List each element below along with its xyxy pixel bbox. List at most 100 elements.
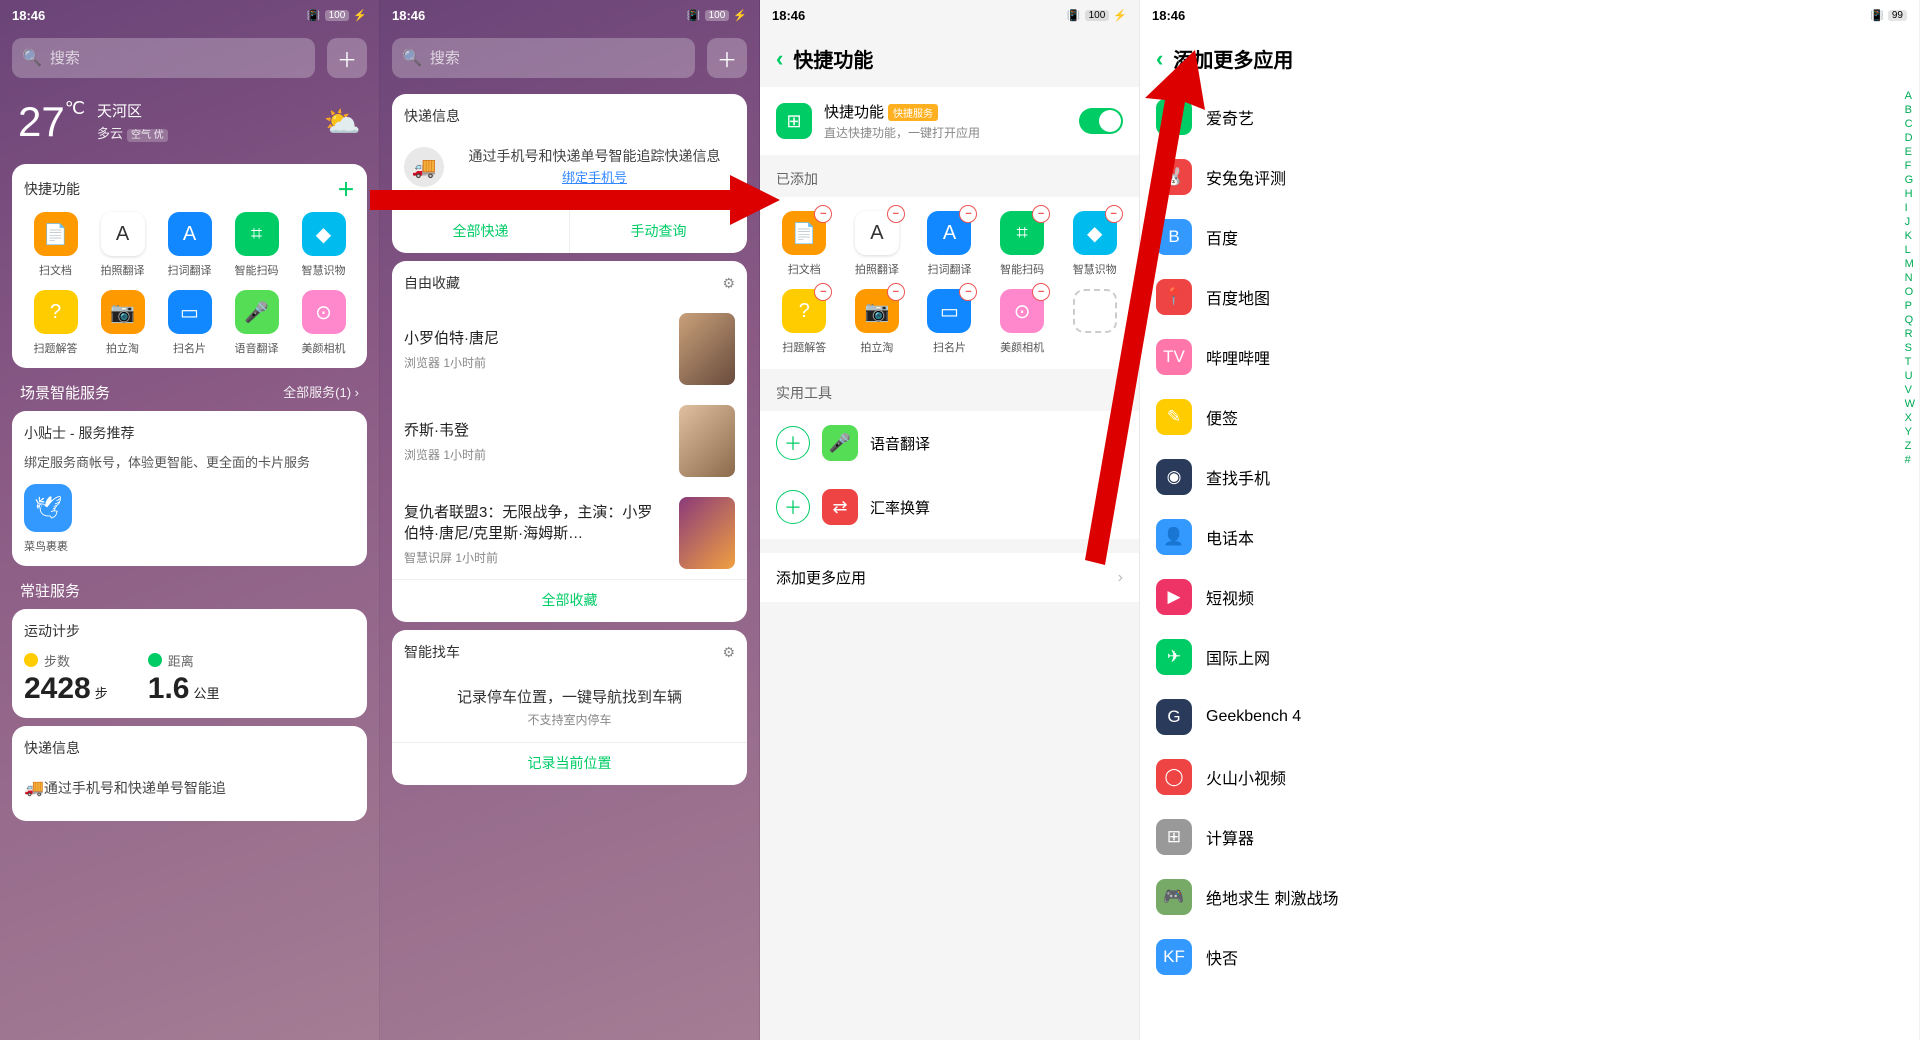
index-letter[interactable]: H: [1905, 188, 1915, 200]
quick-item[interactable]: 📷 拍立淘: [91, 290, 154, 356]
quick-item[interactable]: ◆ 智慧识物: [292, 212, 355, 278]
index-letter[interactable]: E: [1905, 146, 1915, 158]
add-button[interactable]: ＋: [776, 426, 810, 460]
add-card-button[interactable]: ＋: [327, 38, 367, 78]
app-row[interactable]: 📍 百度地图: [1140, 267, 1919, 327]
quick-item[interactable]: ◆− 智慧识物: [1060, 211, 1129, 277]
app-row[interactable]: KF 快否: [1140, 927, 1919, 987]
index-letter[interactable]: T: [1905, 356, 1915, 368]
app-row[interactable]: ▶ 爱奇艺: [1140, 87, 1919, 147]
favorite-item[interactable]: 复仇者联盟3：无限战争，主演：小罗伯特·唐尼/克里斯·海姆斯…智慧识屏 1小时前: [404, 487, 735, 579]
quick-item[interactable]: ▭− 扫名片: [915, 289, 984, 355]
quick-item[interactable]: ⊙ 美颜相机: [292, 290, 355, 356]
app-row[interactable]: TV 哔哩哔哩: [1140, 327, 1919, 387]
quick-item[interactable]: 📷− 拍立淘: [843, 289, 912, 355]
quick-item[interactable]: A 拍照翻译: [91, 212, 154, 278]
edit-quick-button[interactable]: ＋: [337, 176, 355, 202]
index-letter[interactable]: Q: [1905, 314, 1915, 326]
quick-item[interactable]: ? 扫题解答: [24, 290, 87, 356]
app-row[interactable]: ✎ 便签: [1140, 387, 1919, 447]
index-letter[interactable]: I: [1905, 202, 1915, 214]
index-letter[interactable]: B: [1905, 104, 1915, 116]
index-letter[interactable]: X: [1905, 412, 1915, 424]
app-row[interactable]: B 百度: [1140, 207, 1919, 267]
app-row[interactable]: ✈ 国际上网: [1140, 627, 1919, 687]
index-letter[interactable]: Y: [1905, 426, 1915, 438]
app-row[interactable]: 👤 电话本: [1140, 507, 1919, 567]
empty-slot[interactable]: [1060, 289, 1129, 355]
index-letter[interactable]: M: [1905, 258, 1915, 270]
quick-item[interactable]: ⌗− 智能扫码: [988, 211, 1057, 277]
app-row[interactable]: ◯ 火山小视频: [1140, 747, 1919, 807]
add-more-apps-row[interactable]: 添加更多应用 ›: [760, 553, 1139, 602]
scene-more-link[interactable]: 全部服务(1) ›: [283, 382, 359, 403]
quick-item[interactable]: ⌗ 智能扫码: [225, 212, 288, 278]
remove-badge[interactable]: −: [887, 205, 905, 223]
index-letter[interactable]: O: [1905, 286, 1915, 298]
quick-item[interactable]: A− 扫词翻译: [915, 211, 984, 277]
index-letter[interactable]: C: [1905, 118, 1915, 130]
index-letter[interactable]: F: [1905, 160, 1915, 172]
index-letter[interactable]: A: [1905, 90, 1915, 102]
gear-icon[interactable]: ⚙: [722, 275, 735, 292]
quick-item[interactable]: 🎤 语音翻译: [225, 290, 288, 356]
remove-badge[interactable]: −: [959, 283, 977, 301]
steps-card[interactable]: 运动计步 步数 2428步 距离 1.6公里: [12, 609, 367, 718]
index-letter[interactable]: V: [1905, 384, 1915, 396]
quick-item[interactable]: ⊙− 美颜相机: [988, 289, 1057, 355]
add-card-button[interactable]: ＋: [707, 38, 747, 78]
bind-phone-link[interactable]: 绑定手机号: [562, 170, 627, 185]
quick-item[interactable]: 📄− 扫文档: [770, 211, 839, 277]
quick-item[interactable]: ?− 扫题解答: [770, 289, 839, 355]
app-row[interactable]: 🎮 绝地求生 刺激战场: [1140, 867, 1919, 927]
remove-badge[interactable]: −: [1032, 283, 1050, 301]
app-row[interactable]: ⊞ 计算器: [1140, 807, 1919, 867]
remove-badge[interactable]: −: [959, 205, 977, 223]
manual-query-button[interactable]: 手动查询: [570, 209, 747, 253]
remove-badge[interactable]: −: [814, 205, 832, 223]
index-letter[interactable]: K: [1905, 230, 1915, 242]
app-row[interactable]: ◉ 查找手机: [1140, 447, 1919, 507]
feature-toggle[interactable]: [1079, 108, 1123, 134]
index-letter[interactable]: P: [1905, 300, 1915, 312]
favorite-item[interactable]: 小罗伯特·唐尼浏览器 1小时前: [404, 303, 735, 395]
back-button[interactable]: ‹: [776, 46, 783, 72]
index-letter[interactable]: U: [1905, 370, 1915, 382]
express-card-partial[interactable]: 快递信息 🚚 通过手机号和快递单号智能追: [12, 726, 367, 821]
search-input[interactable]: [50, 50, 305, 67]
add-button[interactable]: ＋: [776, 490, 810, 524]
quick-item[interactable]: A− 拍照翻译: [843, 211, 912, 277]
index-letter[interactable]: N: [1905, 272, 1915, 284]
index-letter[interactable]: S: [1905, 342, 1915, 354]
remove-badge[interactable]: −: [814, 283, 832, 301]
app-row[interactable]: 🐰 安兔兔评测: [1140, 147, 1919, 207]
app-row[interactable]: G Geekbench 4: [1140, 687, 1919, 747]
all-favorites-button[interactable]: 全部收藏: [392, 579, 747, 610]
quick-item[interactable]: A 扫词翻译: [158, 212, 221, 278]
index-letter[interactable]: J: [1905, 216, 1915, 228]
all-express-button[interactable]: 全部快递: [392, 209, 570, 253]
quick-item[interactable]: ▭ 扫名片: [158, 290, 221, 356]
remove-badge[interactable]: −: [1105, 205, 1123, 223]
record-location-button[interactable]: 记录当前位置: [392, 742, 747, 773]
tool-row[interactable]: ＋ 🎤 语音翻译: [760, 411, 1139, 475]
index-letter[interactable]: L: [1905, 244, 1915, 256]
index-letter[interactable]: G: [1905, 174, 1915, 186]
weather-card[interactable]: 27℃ 天河区 多云空气 优 ⛅: [12, 94, 367, 150]
search-bar[interactable]: 🔍: [12, 38, 315, 78]
index-letter[interactable]: W: [1905, 398, 1915, 410]
index-letter[interactable]: #: [1905, 454, 1915, 466]
index-letter[interactable]: R: [1905, 328, 1915, 340]
remove-badge[interactable]: −: [1032, 205, 1050, 223]
search-bar[interactable]: 🔍: [392, 38, 695, 78]
remove-badge[interactable]: −: [887, 283, 905, 301]
index-letter[interactable]: Z: [1905, 440, 1915, 452]
tool-row[interactable]: ＋ ⇄ 汇率换算: [760, 475, 1139, 539]
gear-icon[interactable]: ⚙: [722, 644, 735, 661]
quick-item[interactable]: 📄 扫文档: [24, 212, 87, 278]
favorite-item[interactable]: 乔斯·韦登浏览器 1小时前: [404, 395, 735, 487]
alpha-index[interactable]: ABCDEFGHIJKLMNOPQRSTUVWXYZ#: [1905, 90, 1915, 466]
tips-card[interactable]: 小贴士 - 服务推荐 绑定服务商帐号，体验更智能、更全面的卡片服务 🕊 菜鸟裹裹: [12, 411, 367, 566]
search-input[interactable]: [430, 50, 685, 67]
app-row[interactable]: ▶ 短视频: [1140, 567, 1919, 627]
